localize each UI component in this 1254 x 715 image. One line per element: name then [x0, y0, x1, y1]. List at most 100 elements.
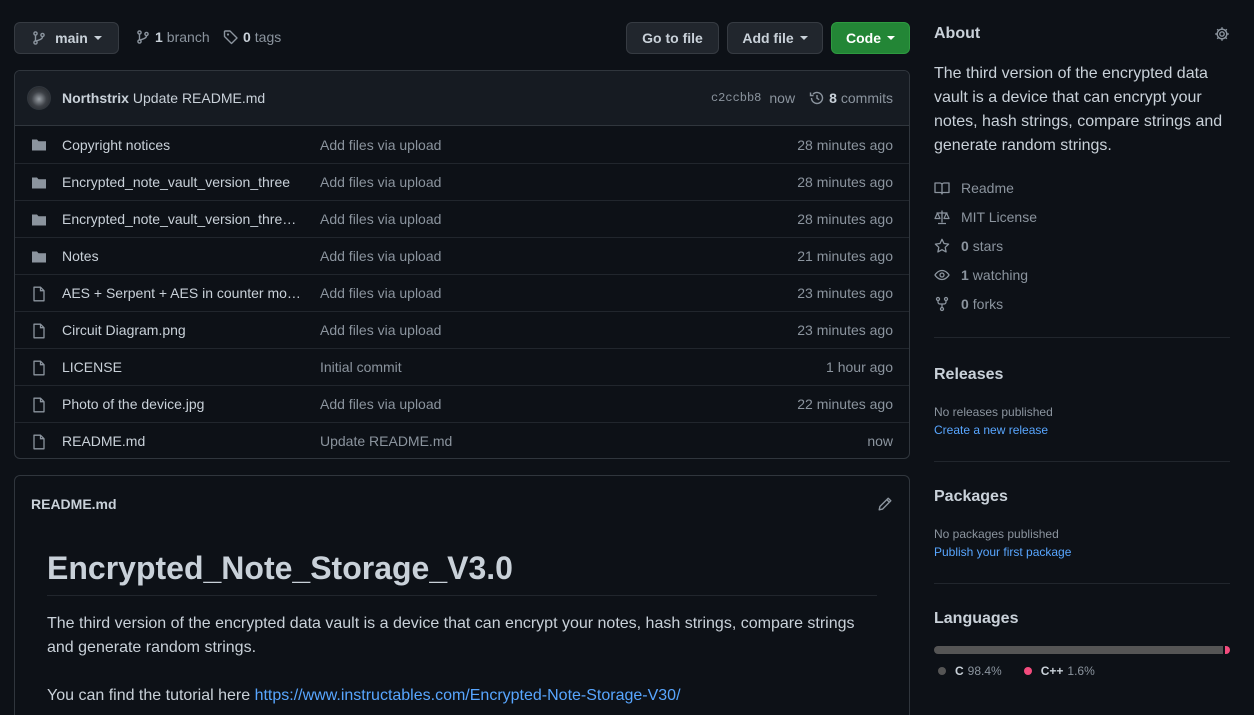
- file-commit-message[interactable]: Add files via upload: [320, 248, 441, 264]
- commits-link[interactable]: 8 commits: [809, 90, 893, 106]
- file-age: 21 minutes ago: [797, 248, 893, 264]
- commit-sha[interactable]: c2ccbb8: [711, 91, 761, 105]
- file-name-link[interactable]: LICENSE: [62, 359, 302, 375]
- file-icon: [31, 360, 47, 376]
- fork-icon: [934, 296, 961, 312]
- file-name-link[interactable]: Encrypted_note_vault_version_three_...: [62, 211, 302, 227]
- file-row[interactable]: Copyright notices Add files via upload 28 …: [15, 126, 909, 163]
- file-name-link[interactable]: Encrypted_note_vault_version_three: [62, 174, 302, 190]
- language-list: C 98.4% C++ 1.6%: [934, 664, 1230, 678]
- file-age: 28 minutes ago: [797, 174, 893, 190]
- file-age: 23 minutes ago: [797, 322, 893, 338]
- watching-label: watching: [972, 266, 1029, 283]
- watching-count: 1: [961, 266, 969, 283]
- language-item[interactable]: C++ 1.6%: [1023, 664, 1095, 678]
- language-color-dot: [1023, 667, 1032, 675]
- language-color-dot: [938, 667, 946, 675]
- file-row[interactable]: Photo of the device.jpg Add files via upl…: [15, 385, 909, 422]
- file-row[interactable]: Notes Add files via upload 21 minutes ago: [15, 237, 909, 274]
- chevron-down-icon: [887, 36, 895, 40]
- no-releases-text: No releases published: [934, 405, 1053, 419]
- readme-header: README.md: [15, 476, 909, 531]
- releases-title[interactable]: Releases: [934, 366, 1230, 384]
- license-link[interactable]: MIT License: [934, 202, 1230, 231]
- file-row[interactable]: AES + Serpent + AES in counter mod... Add…: [15, 274, 909, 311]
- stars-count: 0: [961, 237, 969, 254]
- file-commit-message[interactable]: Initial commit: [320, 359, 402, 375]
- forks-count: 0: [961, 295, 969, 312]
- tags-link[interactable]: 0 tags: [223, 29, 281, 45]
- file-commit-message[interactable]: Add files via upload: [320, 137, 441, 153]
- file-name-link[interactable]: AES + Serpent + AES in counter mod...: [62, 285, 302, 301]
- code-label: Code: [846, 30, 881, 46]
- branches-link[interactable]: 1 branch: [135, 29, 210, 45]
- readme-title: Encrypted_Note_Storage_V3.0: [47, 550, 513, 586]
- code-button[interactable]: Code: [831, 22, 910, 54]
- file-name-link[interactable]: Notes: [62, 248, 302, 264]
- language-item[interactable]: C 98.4%: [938, 664, 1002, 678]
- eye-icon: [934, 267, 961, 283]
- file-commit-message[interactable]: Update README.md: [320, 433, 452, 449]
- stars-link[interactable]: 0 stars: [934, 231, 1230, 260]
- file-commit-message[interactable]: Add files via upload: [320, 396, 441, 412]
- stars-label: stars: [972, 237, 1004, 254]
- commit-message[interactable]: Update README.md: [133, 90, 265, 106]
- file-name-link[interactable]: Photo of the device.jpg: [62, 396, 302, 412]
- file-row[interactable]: Circuit Diagram.png Add files via upload 2…: [15, 311, 909, 348]
- packages-title[interactable]: Packages: [934, 488, 1230, 506]
- file-age: now: [867, 433, 893, 449]
- create-release-link[interactable]: Create a new release: [934, 423, 1230, 437]
- forks-link[interactable]: 0 forks: [934, 289, 1230, 318]
- gear-icon[interactable]: [1214, 26, 1230, 42]
- file-icon: [31, 397, 47, 413]
- file-name-link[interactable]: Circuit Diagram.png: [62, 322, 302, 338]
- file-commit-message[interactable]: Add files via upload: [320, 285, 441, 301]
- file-row[interactable]: Encrypted_note_vault_version_three_... Ad…: [15, 200, 909, 237]
- file-commit-message[interactable]: Add files via upload: [320, 322, 441, 338]
- file-name-link[interactable]: README.md: [62, 433, 302, 449]
- readme-paragraph: The third version of the encrypted data …: [47, 615, 855, 656]
- file-icon: [31, 286, 47, 302]
- git-branch-icon: [31, 30, 47, 46]
- add-file-label: Add file: [742, 30, 794, 46]
- watchers-link[interactable]: 1 watching: [934, 260, 1230, 289]
- language-name: C++: [1040, 664, 1064, 678]
- readme-filename[interactable]: README.md: [31, 496, 117, 512]
- file-row[interactable]: Encrypted_note_vault_version_three Add fi…: [15, 163, 909, 200]
- star-icon: [934, 238, 961, 254]
- commit-author[interactable]: Northstrix: [62, 90, 129, 106]
- folder-icon: [31, 212, 47, 228]
- file-commit-message[interactable]: Add files via upload: [320, 211, 441, 227]
- branch-selector-button[interactable]: main: [14, 22, 119, 54]
- avatar[interactable]: [27, 86, 51, 110]
- file-age: 28 minutes ago: [797, 136, 893, 153]
- folder-icon: [31, 137, 47, 153]
- language-bar-segment: [1225, 646, 1230, 654]
- language-percent: 98.4%: [967, 664, 1002, 678]
- add-file-button[interactable]: Add file: [727, 22, 823, 54]
- sidebar: About The third version of the encrypted…: [934, 20, 1230, 678]
- language-name: C: [955, 664, 964, 678]
- file-name-link[interactable]: Copyright notices: [62, 137, 302, 153]
- go-to-file-button[interactable]: Go to file: [626, 22, 719, 54]
- divider: [47, 595, 877, 596]
- law-icon: [934, 209, 961, 225]
- branches-label: branch: [166, 29, 210, 45]
- book-icon: [934, 180, 961, 196]
- commits-label: commits: [840, 90, 893, 106]
- file-row[interactable]: README.md Update README.md now: [15, 422, 909, 458]
- publish-package-link[interactable]: Publish your first package: [934, 545, 1230, 559]
- file-age: 23 minutes ago: [797, 285, 893, 301]
- git-branch-icon: [135, 29, 151, 45]
- tutorial-link[interactable]: https://www.instructables.com/Encrypted-…: [255, 687, 681, 704]
- pencil-icon[interactable]: [877, 496, 893, 512]
- tag-icon: [223, 29, 239, 45]
- file-row[interactable]: LICENSE Initial commit 1 hour ago: [15, 348, 909, 385]
- no-packages-text: No packages published: [934, 527, 1059, 541]
- file-icon: [31, 434, 47, 450]
- file-list: Copyright notices Add files via upload 28 …: [15, 126, 909, 458]
- file-commit-message[interactable]: Add files via upload: [320, 174, 441, 190]
- commit-time: now: [769, 90, 796, 106]
- chevron-down-icon: [93, 36, 102, 40]
- readme-link[interactable]: Readme: [934, 173, 1230, 202]
